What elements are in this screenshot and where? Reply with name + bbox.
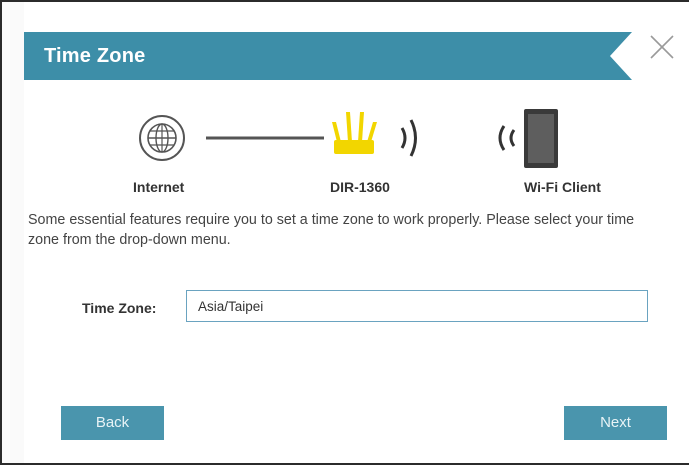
internet-label: Internet [133, 179, 185, 195]
back-button[interactable]: Back [61, 406, 164, 440]
connection-diagram [139, 109, 558, 168]
router-label: DIR-1360 [330, 179, 390, 195]
next-button[interactable]: Next [564, 406, 667, 440]
wifi-signal-icon [498, 125, 516, 151]
time-zone-select[interactable]: Asia/Taipei [186, 290, 648, 322]
wifi-client-label: Wi-Fi Client [524, 179, 601, 195]
time-zone-dialog: Time Zone Internet DIR-1360 Wi-Fi Client… [0, 0, 689, 465]
tablet-icon [524, 109, 558, 168]
router-icon [332, 112, 377, 154]
description-text: Some essential features require you to s… [28, 212, 635, 248]
time-zone-value: Asia/Taipei [198, 299, 264, 314]
time-zone-label: Time Zone: [82, 300, 157, 316]
wifi-signal-icon [400, 119, 417, 157]
globe-icon [139, 115, 185, 161]
